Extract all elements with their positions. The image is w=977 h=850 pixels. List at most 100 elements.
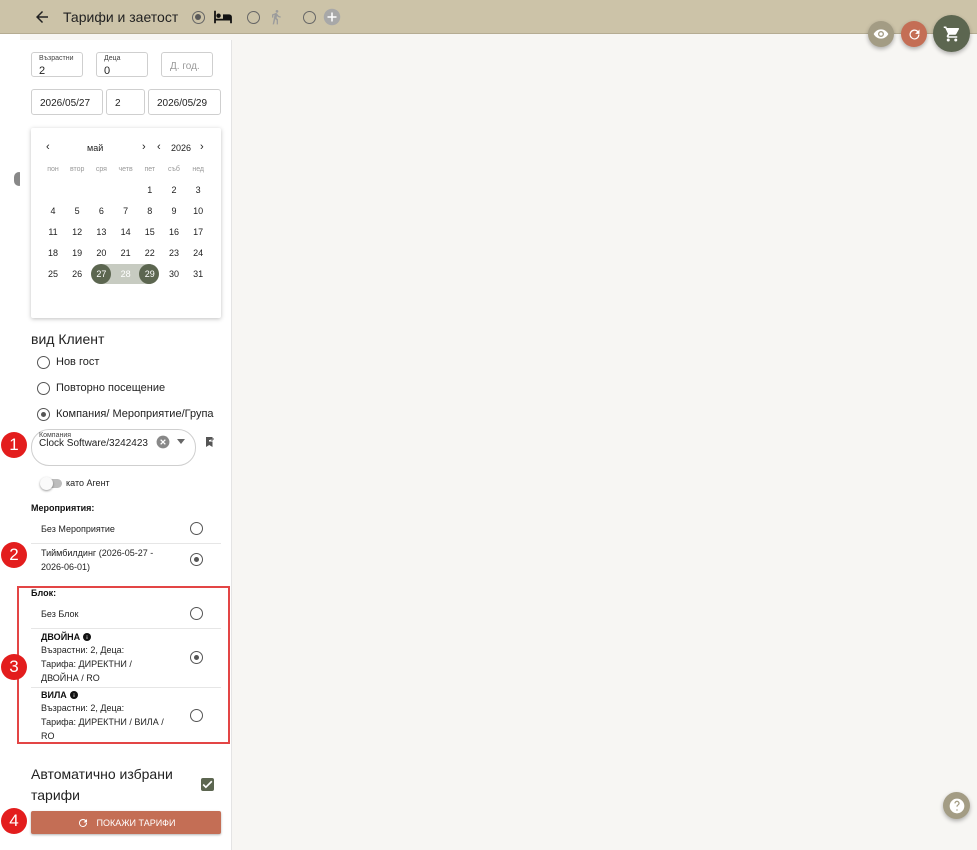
event-teambuilding-radio[interactable] [190, 553, 203, 566]
calendar-day[interactable]: 5 [65, 201, 89, 221]
mode-radio-activities[interactable] [247, 11, 260, 24]
blocks-title: Блок: [31, 588, 57, 598]
question-icon [949, 798, 964, 813]
top-bar: Тарифи и заетост [0, 0, 977, 34]
block-none-radio[interactable] [190, 607, 203, 620]
walking-person-icon [272, 10, 281, 25]
calendar-day[interactable]: 25 [41, 264, 65, 284]
calendar-day[interactable]: 21 [114, 243, 138, 263]
calendar-day[interactable]: 30 [162, 264, 186, 284]
calendar-day[interactable]: 13 [89, 222, 113, 242]
calendar-day[interactable]: 8 [138, 201, 162, 221]
mode-radio-rooms[interactable] [192, 11, 205, 24]
chevron-down-icon[interactable] [176, 438, 186, 446]
children-label: Деца [104, 55, 121, 62]
block-divider-2 [31, 687, 221, 688]
bookmark-add-icon[interactable] [204, 435, 216, 449]
calendar-day[interactable]: 18 [41, 243, 65, 263]
client-type-returning-radio[interactable] [37, 382, 50, 395]
calendar-day[interactable]: 9 [162, 201, 186, 221]
date-picker-calendar: ‹ май › ‹ 2026 › пон втор сря четв пет съб нед… [31, 128, 221, 318]
calendar-day[interactable]: 10 [186, 201, 210, 221]
agent-toggle[interactable] [40, 477, 62, 490]
refresh-button[interactable] [901, 21, 927, 47]
mode-radio-extras[interactable] [303, 11, 316, 24]
calendar-day[interactable]: 7 [114, 201, 138, 221]
auto-tariffs-checkbox[interactable] [201, 778, 214, 791]
calendar-day[interactable]: 4 [41, 201, 65, 221]
adults-field[interactable]: Възрастни 2 [31, 52, 83, 77]
date-from-field[interactable]: 2026/05/27 [31, 89, 103, 115]
calendar-day[interactable]: 14 [114, 222, 138, 242]
calendar-day[interactable]: 31 [186, 264, 210, 284]
auto-tariffs-label: Автоматично избрани [31, 766, 173, 782]
calendar-day[interactable]: 24 [186, 243, 210, 263]
preview-button[interactable] [868, 21, 894, 47]
refresh-icon [909, 28, 919, 39]
callout-marker-3: 3 [1, 654, 27, 680]
block-villa-name: ВИЛА [41, 690, 67, 700]
calendar-day[interactable]: 11 [41, 222, 65, 242]
prev-month-button[interactable]: ‹ [46, 141, 50, 153]
calendar-day[interactable]: 22 [138, 243, 162, 263]
eye-icon [873, 29, 889, 39]
calendar-day[interactable]: 3 [186, 180, 210, 200]
refresh-icon [78, 818, 87, 827]
callout-marker-4: 4 [1, 808, 27, 834]
auto-tariffs-label-line2: тарифи [31, 787, 80, 803]
client-type-company-radio[interactable] [37, 408, 50, 421]
date-from-value: 2026/05/27 [40, 98, 91, 109]
calendar-day[interactable]: 29 [138, 264, 162, 284]
calendar-day[interactable]: 6 [89, 201, 113, 221]
date-to-value: 2026/05/29 [157, 98, 208, 109]
block-double-occupancy: Възрастни: 2, Деца: [41, 645, 125, 655]
help-button[interactable] [943, 792, 970, 819]
block-double-radio[interactable] [190, 651, 203, 664]
client-type-returning-label: Повторно посещение [56, 382, 166, 394]
callout-marker-1: 1 [1, 432, 27, 458]
calendar-day[interactable]: 17 [186, 222, 210, 242]
children-field[interactable]: Деца 0 [96, 52, 148, 77]
next-year-button[interactable]: › [200, 141, 204, 153]
client-type-title: вид Клиент [31, 331, 105, 347]
block-villa-radio[interactable] [190, 709, 203, 722]
company-value: Clock Software/3242423 [39, 438, 148, 449]
calendar-day[interactable]: 20 [89, 243, 113, 263]
calendar-year: 2026 [171, 143, 192, 153]
cart-button[interactable] [933, 15, 970, 52]
client-type-new-label: Нов гост [56, 356, 100, 368]
arrow-back-icon[interactable] [33, 8, 51, 26]
calendar-day[interactable]: 2 [162, 180, 186, 200]
nights-field[interactable]: 2 [106, 89, 145, 115]
show-tariffs-button[interactable]: ПОКАЖИ ТАРИФИ [31, 811, 221, 834]
agent-toggle-thumb [40, 477, 53, 490]
info-icon[interactable] [83, 633, 91, 641]
calendar-day[interactable]: 12 [65, 222, 89, 242]
clear-icon[interactable] [156, 435, 170, 449]
company-select[interactable]: Компания Clock Software/3242423 [31, 429, 196, 466]
prev-year-button[interactable]: ‹ [157, 141, 161, 153]
calendar-day[interactable]: 16 [162, 222, 186, 242]
info-icon[interactable] [70, 691, 78, 699]
calendar-day[interactable]: 27 [89, 264, 113, 284]
calendar-day[interactable]: 28 [114, 264, 138, 284]
weekday-label: пет [144, 166, 156, 173]
date-to-field[interactable]: 2026/05/29 [148, 89, 221, 115]
event-teambuilding-label-line2: 2026-06-01) [41, 562, 91, 572]
client-type-new-radio[interactable] [37, 356, 50, 369]
birth-year-field[interactable]: Д. год. [161, 52, 213, 77]
calendar-day[interactable]: 19 [65, 243, 89, 263]
calendar-day[interactable]: 15 [138, 222, 162, 242]
weekday-label: четв [118, 166, 133, 173]
next-month-button[interactable]: › [142, 141, 146, 153]
calendar-day[interactable]: 26 [65, 264, 89, 284]
event-none-label: Без Мероприятие [41, 524, 115, 534]
events-title: Мероприятия: [31, 503, 95, 513]
calendar-day[interactable]: 23 [162, 243, 186, 263]
children-value: 0 [104, 65, 111, 77]
block-none-label: Без Блок [41, 609, 79, 619]
calendar-day[interactable]: 1 [138, 180, 162, 200]
block-double-name: ДВОЙНА [41, 632, 81, 642]
event-none-radio[interactable] [190, 522, 203, 535]
event-divider [31, 543, 221, 544]
